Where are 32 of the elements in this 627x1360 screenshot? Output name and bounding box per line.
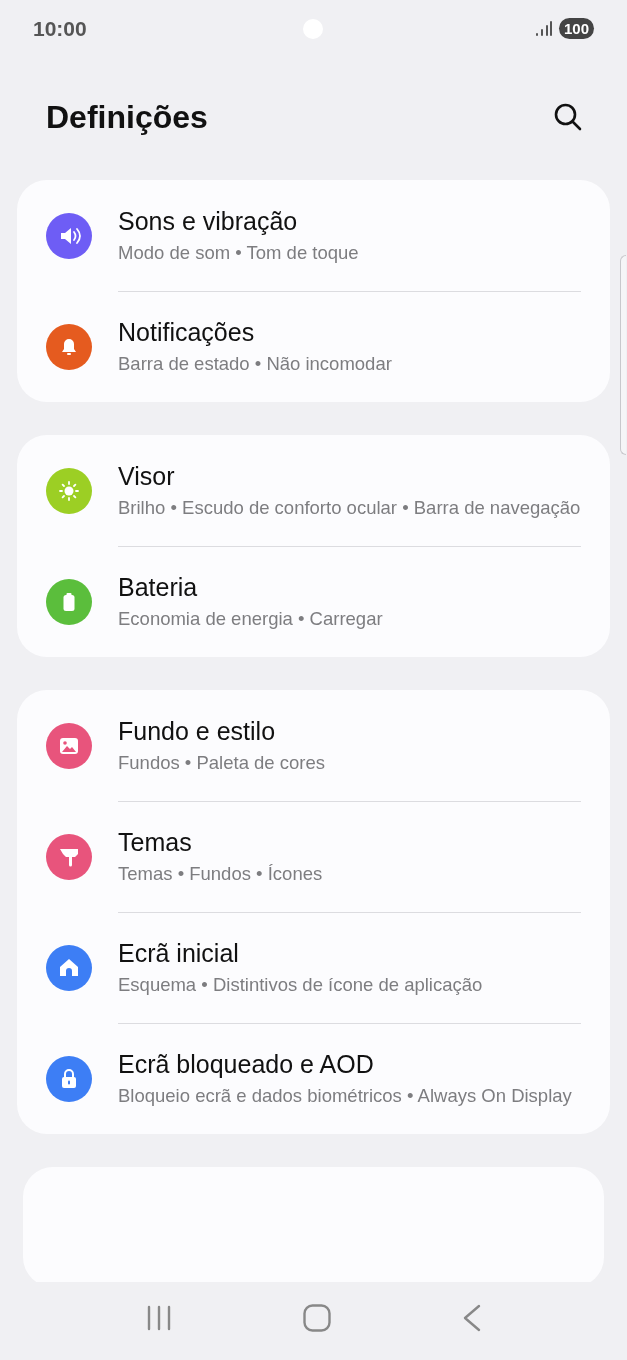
item-title: Bateria <box>118 572 199 603</box>
page-title: Definições <box>46 98 208 137</box>
item-subtitle: Barra de estado • Não incomodar <box>118 352 393 376</box>
clock: 10:00 <box>33 15 87 42</box>
signal-icon <box>534 20 553 37</box>
item-title: Ecrã bloqueado e AOD <box>118 1049 375 1080</box>
recent-apps-icon[interactable] <box>145 1305 172 1331</box>
item-subtitle: Bloqueio ecrã e dados biométricos • Always On Display <box>118 1084 573 1108</box>
settings-item[interactable]: Bateria Economia de energia • Carregar <box>46 546 581 657</box>
settings-item[interactable]: Sons e vibração Modo de som • Tom de toque <box>46 180 581 291</box>
item-title: Notificações <box>118 317 256 348</box>
item-title: Fundo e estilo <box>118 716 277 747</box>
settings-item[interactable]: Fundo e estilo Fundos • Paleta de cores <box>46 690 581 801</box>
item-subtitle: Brilho • Escudo de conforto ocular • Barra de navegação <box>118 496 581 520</box>
item-subtitle: Economia de energia • Carregar <box>118 607 384 631</box>
item-title: Visor <box>118 461 176 492</box>
search-icon[interactable] <box>553 102 583 132</box>
item-subtitle: Temas • Fundos • Ícones <box>118 862 324 886</box>
item-title: Sons e vibração <box>118 206 299 237</box>
item-title: Temas <box>118 827 193 858</box>
settings-item[interactable]: Ecrã bloqueado e AOD Bloqueio ecrã e dados biométricos • Always On Display <box>46 1023 581 1134</box>
item-subtitle: Esquema • Distintivos de ícone de aplicação <box>118 973 484 997</box>
item-title: Ecrã inicial <box>118 938 240 969</box>
settings-item[interactable]: Notificações Barra de estado • Não incomodar <box>46 291 581 402</box>
settings-item[interactable]: Temas Temas • Fundos • Ícones <box>46 801 581 912</box>
back-icon[interactable] <box>461 1304 482 1332</box>
home-icon[interactable] <box>302 1304 331 1332</box>
settings-item[interactable]: Visor Brilho • Escudo de conforto ocular • Barra de navegação <box>46 435 581 546</box>
battery-level: 100 <box>558 18 594 39</box>
item-subtitle: Modo de som • Tom de toque <box>118 241 360 265</box>
item-subtitle: Fundos • Paleta de cores <box>118 751 326 775</box>
settings-item[interactable]: Ecrã inicial Esquema • Distintivos de ícone de aplicação <box>46 912 581 1023</box>
